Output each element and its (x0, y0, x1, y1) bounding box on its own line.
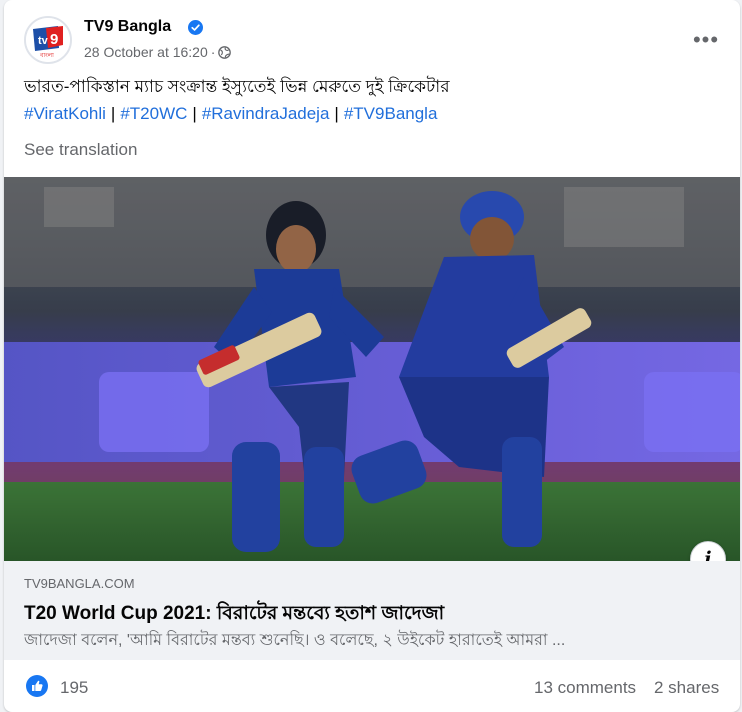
post-caption: ভারত-পাকিস্তান ম্যাচ সংক্রান্ত ইস্যুতেই … (24, 77, 450, 96)
link-domain: TV9BANGLA.COM (24, 576, 135, 591)
tv9-logo-icon: tv 9 বাংলা (26, 18, 70, 62)
svg-text:9: 9 (50, 31, 58, 48)
post-photo[interactable]: i (4, 177, 740, 561)
svg-text:বাংলা: বাংলা (39, 52, 54, 59)
link-preview[interactable]: TV9BANGLA.COM T20 World Cup 2021: বিরাটে… (4, 561, 740, 660)
page-name[interactable]: TV9 Bangla (84, 18, 171, 36)
see-translation-link[interactable]: See translation (24, 140, 137, 160)
shares-count[interactable]: 2 shares (654, 678, 719, 698)
post-meta: 28 October at 16:20 · (84, 44, 232, 60)
globe-icon[interactable] (218, 46, 232, 59)
page-avatar[interactable]: tv 9 বাংলা (24, 16, 72, 64)
hashtag-row: #ViratKohli | #T20WC | #RavindraJadeja | #TV9B… (24, 101, 437, 127)
more-options-button[interactable]: ••• (690, 24, 722, 56)
post-timestamp[interactable]: 28 October at 16:20 (84, 44, 208, 60)
svg-text:tv: tv (38, 35, 49, 47)
reaction-count[interactable]: 195 (60, 678, 88, 698)
post-footer: 195 13 comments 2 shares (4, 660, 740, 712)
hashtag-separator: | (192, 104, 197, 123)
comments-count[interactable]: 13 comments (534, 678, 636, 698)
link-description: জাদেজা বলেন, 'আমি বিরাটের মন্তব্য শুনেছি… (24, 632, 566, 649)
verified-badge-icon (188, 20, 203, 35)
meta-dot: · (210, 44, 216, 60)
like-reaction-icon[interactable] (26, 675, 48, 697)
hashtag-separator: | (110, 104, 116, 123)
post-header: tv 9 বাংলা TV9 Bangla 28 October at 16:2… (4, 0, 740, 66)
hashtag-link[interactable]: #ViratKohli (24, 104, 106, 123)
cricketers-photo (4, 177, 740, 561)
hashtag-link[interactable]: #TV9Bangla (344, 104, 438, 123)
hashtag-separator: | (334, 104, 339, 123)
hashtag-link[interactable]: #RavindraJadeja (202, 104, 330, 123)
post-card: tv 9 বাংলা TV9 Bangla 28 October at 16:2… (4, 0, 740, 712)
hashtag-link[interactable]: #T20WC (120, 104, 187, 123)
